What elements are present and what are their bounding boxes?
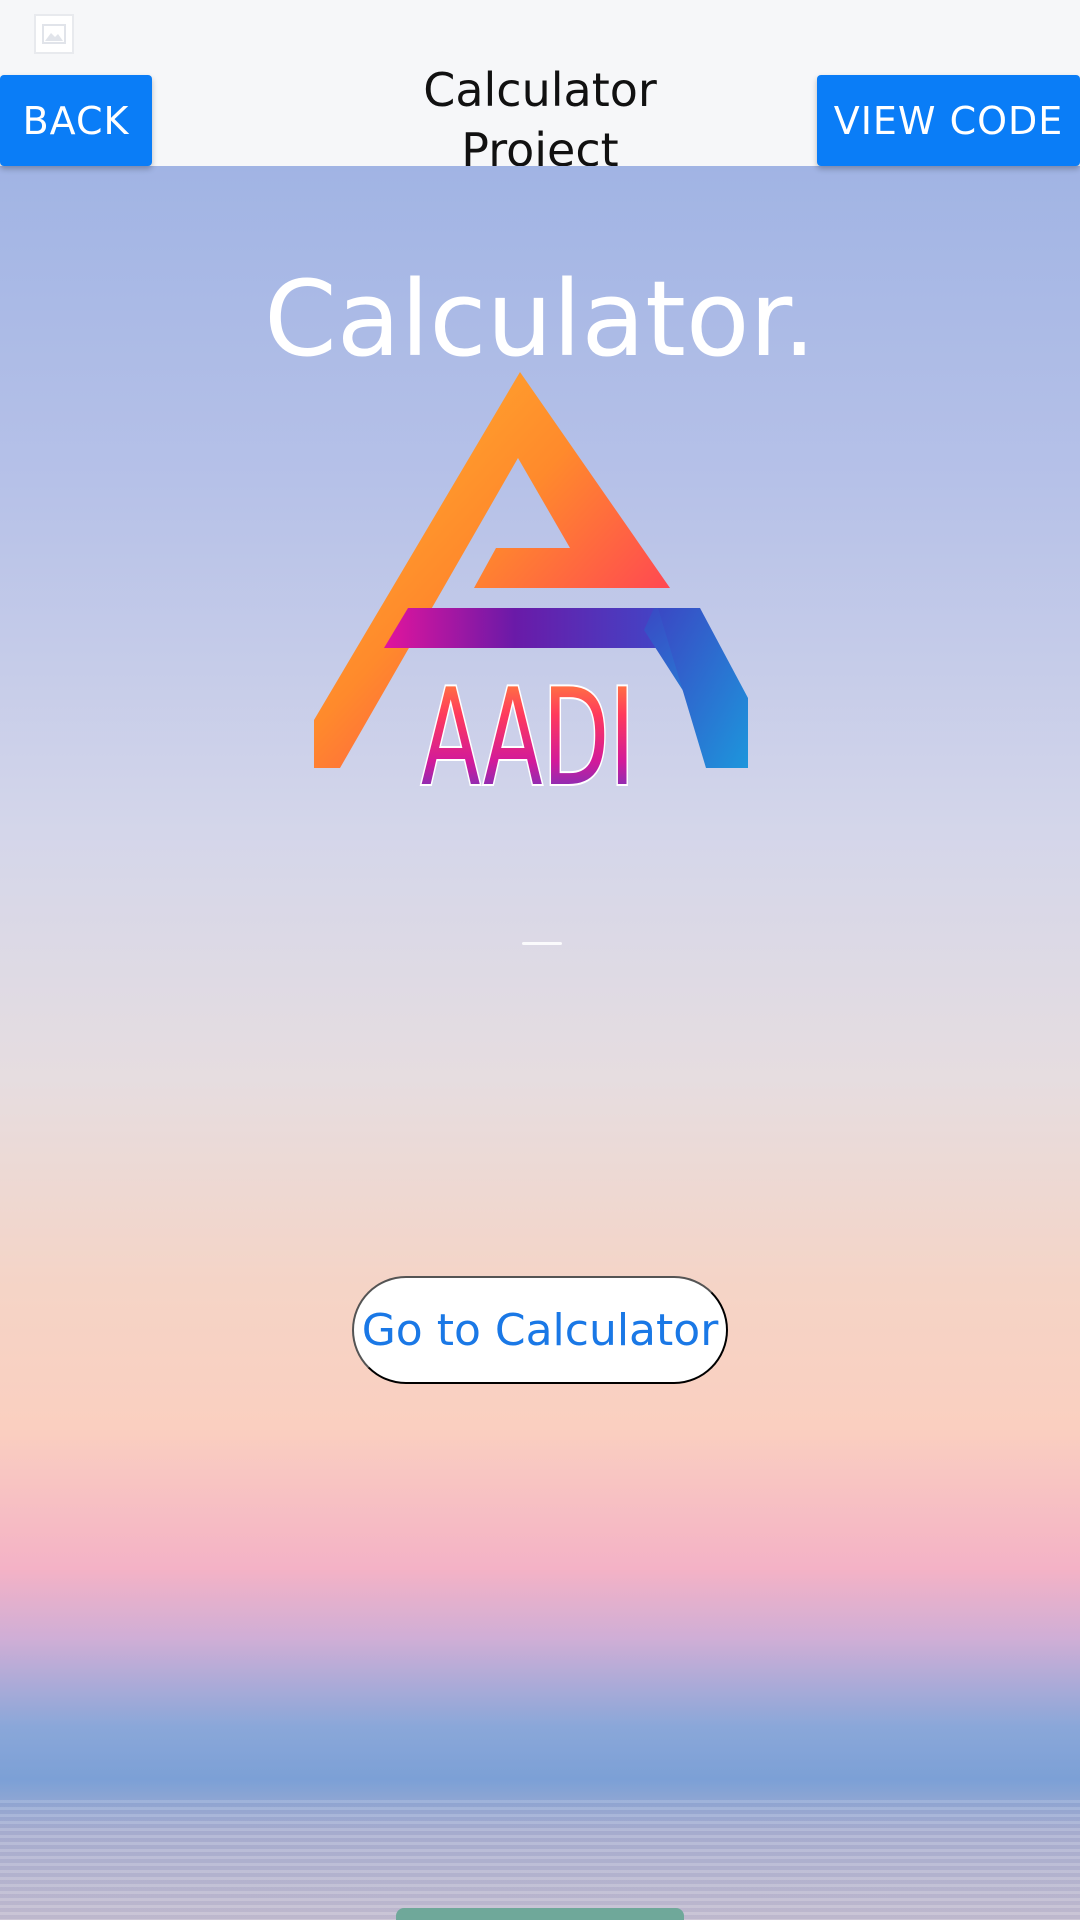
main-heading: Calculator. <box>264 258 816 380</box>
back-button[interactable]: BACK <box>0 75 152 166</box>
logo-text: AADI <box>421 660 635 792</box>
bottom-handle[interactable] <box>396 1908 684 1920</box>
app-bar: BACK Calculator Project VIEW CODE <box>0 0 1080 166</box>
aadi-logo: AADI <box>314 372 748 792</box>
go-to-calculator-button[interactable]: Go to Calculator <box>352 1276 728 1384</box>
image-icon <box>34 14 74 54</box>
main-content: Calculator. AADI Go to Calculator <box>0 166 1080 1920</box>
page-title: Calculator Project <box>423 63 657 166</box>
divider <box>522 942 562 945</box>
view-code-button[interactable]: VIEW CODE <box>817 75 1080 166</box>
background-sea <box>0 1800 1080 1920</box>
